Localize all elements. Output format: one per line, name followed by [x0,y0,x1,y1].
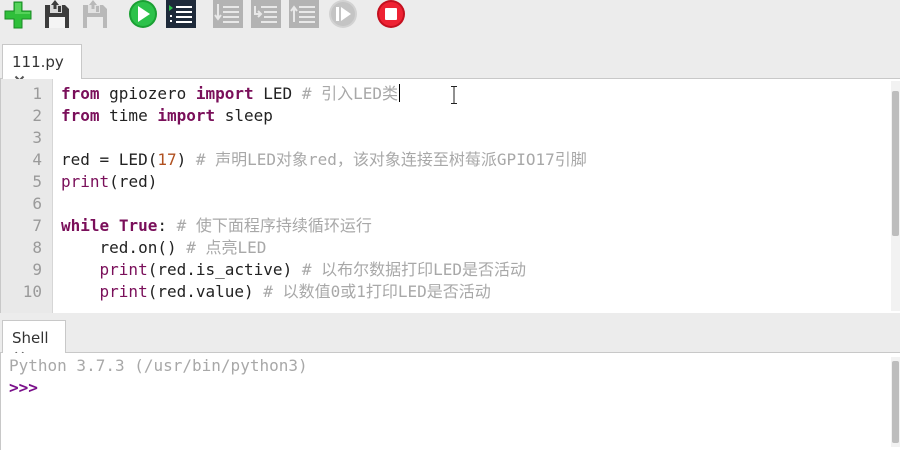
code-token: True [118,216,158,235]
line-number: 5 [32,172,42,191]
code-comment: # 引入LED类 [301,84,398,103]
debug-button[interactable] [165,0,197,30]
code-token: sleep [215,106,273,125]
shell-tab-bar: Shell [0,320,900,362]
code-token: 17 [157,150,177,169]
line-number: 7 [32,216,42,235]
editor-scrollbar-thumb[interactable] [892,91,899,236]
play-icon [129,0,157,28]
code-comment: # 使下面程序持续循环运行 [176,216,372,235]
editor-scrollbar[interactable] [891,81,900,311]
code-token: LED [253,84,302,103]
tab-111-py[interactable]: 111.py [2,44,82,86]
floppy-icon [83,0,107,28]
save-button[interactable] [79,0,111,30]
text-cursor-icon [451,86,457,104]
tab-shell[interactable]: Shell [2,320,66,362]
line-number: 1 [32,84,42,103]
shell-scrollbar[interactable] [891,357,900,447]
plus-icon [4,1,32,29]
code-comment: # 点亮LED [186,238,267,257]
step-over-icon [213,0,243,28]
code-token: red.on() [61,238,187,257]
line-number-gutter: 1 2 3 4 5 6 7 8 9 10 [1,79,53,313]
code-token: print [99,282,148,301]
code-token: while [61,216,110,235]
code-token: from [61,106,100,125]
code-line[interactable]: print(red.is_active) # 以布尔数据打印LED是否活动 [61,259,526,281]
tab-label: Shell [12,329,49,347]
shell-prompt: >>> [9,378,38,397]
code-line[interactable]: while True: # 使下面程序持续循环运行 [61,215,372,237]
code-line[interactable]: red = LED(17) # 声明LED对象red，该对象连接至树莓派GPIO… [61,149,587,171]
code-token: import [157,106,216,125]
code-token: ) [176,150,196,169]
code-line[interactable]: red.on() # 点亮LED [61,237,267,259]
code-token: print [61,172,110,191]
shell-banner: Python 3.7.3 (/usr/bin/python3) [9,356,308,375]
editor-tab-bar: 111.py [0,44,900,86]
code-token: print [99,260,148,279]
shell-scrollbar-thumb[interactable] [892,361,899,443]
step-into-icon [251,0,281,28]
text-caret [399,84,400,102]
line-number: 2 [32,106,42,125]
resume-button[interactable] [327,0,359,30]
code-token: time [99,106,158,125]
step-into-button[interactable] [250,0,282,30]
tab-label: 111.py [12,53,64,71]
code-token: (red) [109,172,158,191]
code-token: gpiozero [99,84,196,103]
floppy-icon [45,0,69,28]
code-token: red = LED( [61,150,158,169]
code-token: from [61,84,100,103]
code-token: : [157,216,177,235]
stop-button[interactable] [375,0,407,30]
code-token: (red.is_active) [147,260,302,279]
code-line[interactable]: from gpiozero import LED # 引入LED类 [61,83,400,105]
shell-console[interactable]: Python 3.7.3 (/usr/bin/python3) >>> [0,353,900,450]
code-line[interactable]: print(red.value) # 以数值0或1打印LED是否活动 [61,281,491,303]
step-out-icon [289,0,319,28]
resume-icon [329,0,357,28]
code-comment: # 声明LED对象red，该对象连接至树莓派GPIO17引脚 [195,150,587,169]
step-out-button[interactable] [288,0,320,30]
line-number: 4 [32,150,42,169]
toolbar [0,0,900,34]
code-line[interactable]: print(red) [61,171,157,193]
line-number: 9 [32,260,42,279]
code-token: import [195,84,254,103]
line-number: 3 [32,128,42,147]
code-lines[interactable]: from gpiozero import LED # 引入LED类 from ti… [61,79,887,313]
new-file-button[interactable] [2,0,34,30]
line-number: 6 [32,194,42,213]
line-number: 8 [32,238,42,257]
code-editor[interactable]: 1 2 3 4 5 6 7 8 9 10 from gpiozero impor… [0,79,900,313]
line-number: 10 [22,282,42,301]
run-button[interactable] [127,0,159,30]
step-over-button[interactable] [212,0,244,30]
debug-icon [166,0,196,28]
code-token: (red.value) [147,282,264,301]
code-comment: # 以布尔数据打印LED是否活动 [301,260,526,279]
stop-icon [377,0,405,28]
code-line[interactable]: from time import sleep [61,105,273,127]
code-comment: # 以数值0或1打印LED是否活动 [263,282,491,301]
load-button[interactable] [41,0,73,30]
